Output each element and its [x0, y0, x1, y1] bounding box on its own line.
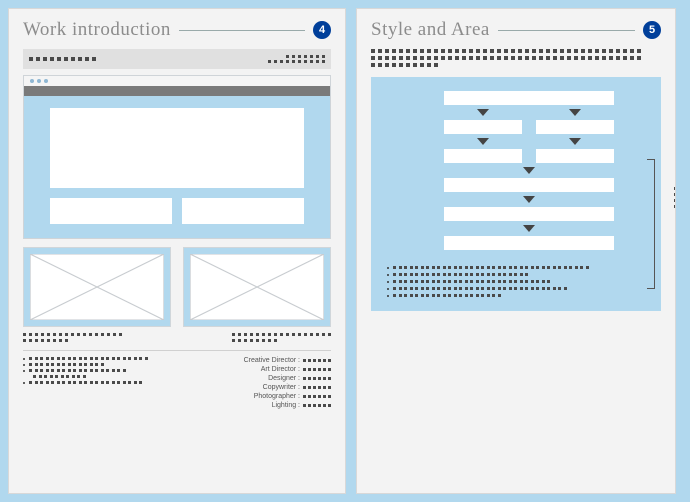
flow-node — [444, 120, 522, 134]
credit-label: Art Director : — [261, 366, 300, 373]
title-divider — [179, 30, 305, 31]
section-header-bar — [23, 49, 331, 69]
style-and-area-panel: Style and Area 5 — [356, 8, 676, 494]
badge-number: 5 — [643, 21, 661, 39]
down-arrow-icon — [523, 196, 535, 203]
flow-node — [444, 149, 522, 163]
bracket-icon — [647, 159, 655, 289]
panel-title: Work introduction — [23, 19, 171, 41]
flow-bullet-list — [387, 266, 647, 297]
flow-node — [536, 149, 614, 163]
caption-block — [23, 333, 331, 342]
content-block — [50, 198, 172, 224]
down-arrow-icon — [569, 138, 581, 145]
bullet-list — [23, 357, 171, 409]
credit-label: Designer : — [268, 375, 300, 382]
placeholder-text — [268, 55, 325, 63]
bracket-annotation — [674, 187, 676, 208]
credit-label: Creative Director : — [244, 357, 300, 364]
panel-header: Work introduction 4 — [23, 19, 331, 41]
credits-list: Creative Director : Art Director : Desig… — [181, 357, 331, 409]
thumbnail — [23, 247, 171, 327]
flow-node — [444, 91, 614, 105]
panel-header: Style and Area 5 — [371, 19, 661, 41]
credit-label: Copywriter : — [263, 384, 300, 391]
down-arrow-icon — [569, 109, 581, 116]
flow-node — [536, 120, 614, 134]
browser-mockup — [23, 75, 331, 239]
content-block — [182, 198, 304, 224]
thumbnail — [183, 247, 331, 327]
intro-placeholder-text — [371, 49, 661, 67]
panel-title: Style and Area — [371, 19, 490, 41]
down-arrow-icon — [477, 138, 489, 145]
down-arrow-icon — [477, 109, 489, 116]
credit-label: Photographer : — [254, 393, 300, 400]
window-control-dot — [37, 79, 41, 83]
down-arrow-icon — [523, 225, 535, 232]
title-divider — [498, 30, 635, 31]
flow-node — [444, 207, 614, 221]
flow-node — [444, 236, 614, 250]
flowchart-diagram — [371, 77, 661, 311]
credit-label: Lighting : — [272, 402, 300, 409]
badge-number: 4 — [313, 21, 331, 39]
work-introduction-panel: Work introduction 4 — [8, 8, 346, 494]
browser-viewport — [24, 96, 330, 238]
flow-node — [444, 178, 614, 192]
divider-line — [23, 350, 331, 351]
placeholder-text — [29, 57, 96, 61]
window-control-dot — [30, 79, 34, 83]
window-control-dot — [44, 79, 48, 83]
browser-toolbar — [24, 86, 330, 96]
hero-block — [50, 108, 304, 188]
browser-titlebar — [24, 76, 330, 86]
thumbnail-row — [23, 247, 331, 327]
down-arrow-icon — [523, 167, 535, 174]
